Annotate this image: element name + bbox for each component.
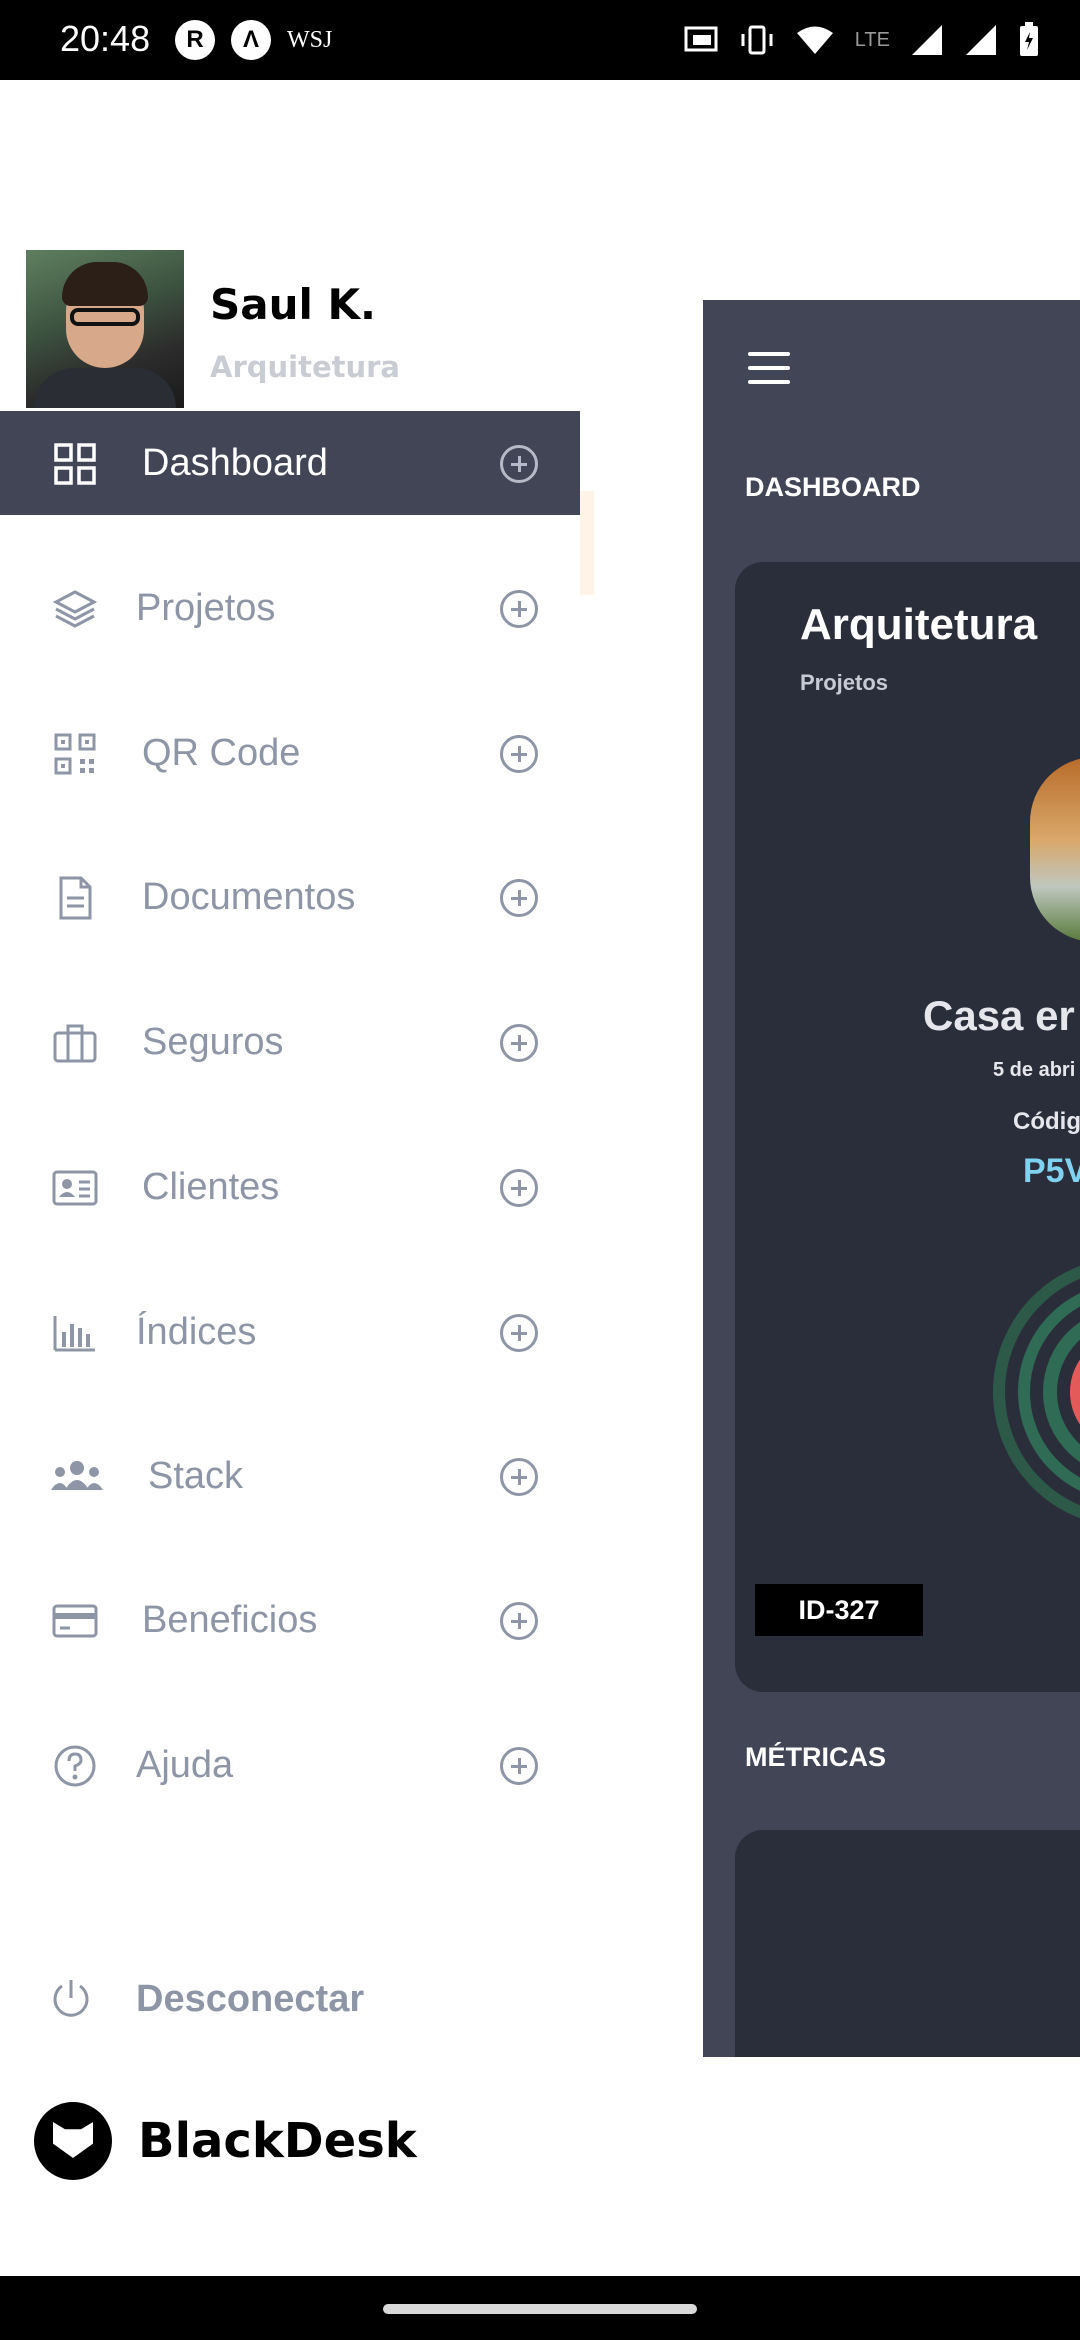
menu-item-label: Ajuda	[136, 1744, 234, 1786]
menu-item-label: Clientes	[142, 1166, 280, 1208]
menu-item-label: QR Code	[142, 732, 301, 774]
power-icon	[53, 1980, 89, 2017]
menu-item-qr-code[interactable]: QR Code	[0, 701, 580, 805]
code-label: Códig	[1013, 1108, 1080, 1135]
menu-item-label: Beneficios	[142, 1599, 318, 1641]
menu-item-ajuda[interactable]: Ajuda	[0, 1713, 580, 1817]
active-item-edge	[580, 491, 594, 595]
document-icon	[59, 876, 92, 920]
bar-chart-icon	[53, 1316, 95, 1352]
logout-label: Desconectar	[136, 1978, 365, 2020]
wifi-icon	[796, 26, 833, 54]
plus-circle-icon[interactable]	[500, 1747, 538, 1785]
credit-card-icon	[52, 1604, 98, 1638]
project-card[interactable]: Arquitetura Projetos Casa er 5 de abri C…	[735, 562, 1080, 1692]
signal-icon	[966, 25, 996, 55]
home-handle[interactable]	[383, 2304, 697, 2314]
profile-name: Saul K.	[210, 280, 377, 329]
project-date: 5 de abri	[993, 1059, 1076, 1081]
signal-icon	[912, 25, 942, 55]
metrics-card	[735, 1830, 1080, 2057]
r-app-icon: R	[175, 20, 215, 60]
menu-item-stack[interactable]: Stack	[0, 1424, 580, 1528]
avatar	[26, 250, 184, 408]
vibrate-icon	[741, 25, 773, 55]
menu-item-documentos[interactable]: Documentos	[0, 845, 580, 949]
users-icon	[51, 1461, 103, 1490]
plus-circle-icon[interactable]	[500, 1169, 538, 1207]
plus-circle-icon[interactable]	[500, 1024, 538, 1062]
blackdesk-logo-icon	[34, 2102, 112, 2180]
menu-item-projetos[interactable]: Projetos	[0, 556, 580, 660]
plus-circle-icon[interactable]	[500, 1602, 538, 1640]
card-title: Arquitetura	[800, 600, 1038, 649]
brand-name: BlackDesk	[138, 2113, 417, 2169]
plus-circle-icon[interactable]	[500, 1314, 538, 1352]
plus-circle-icon[interactable]	[500, 879, 538, 917]
profile-role: Arquitetura	[210, 350, 401, 384]
qr-code-icon	[54, 733, 96, 775]
battery-icon	[1020, 22, 1038, 56]
system-icons: LTE	[683, 22, 1040, 58]
briefcase-icon	[53, 1024, 97, 1063]
menu-item-clientes[interactable]: Clientes	[0, 1135, 580, 1239]
wsj-label: WSJ	[287, 26, 333, 53]
notification-icons: R Λ WSJ	[175, 20, 332, 60]
project-code: P5V	[1023, 1152, 1080, 1190]
plus-circle-icon[interactable]	[500, 445, 538, 483]
menu-item-label: Dashboard	[142, 442, 328, 484]
menu-item-beneficios[interactable]: Beneficios	[0, 1568, 580, 1672]
menu-item-dashboard[interactable]: Dashboard	[0, 411, 580, 515]
caret-app-icon: Λ	[231, 20, 271, 60]
plus-circle-icon[interactable]	[500, 590, 538, 628]
id-card-icon	[52, 1170, 98, 1206]
help-icon	[54, 1745, 96, 1787]
menu-item-label: Stack	[148, 1455, 244, 1497]
dashboard-panel: DASHBOARD Arquitetura Projetos Casa er 5…	[703, 300, 1080, 2057]
card-subtitle: Projetos	[800, 670, 889, 695]
layers-icon	[52, 590, 98, 628]
grid-icon	[54, 443, 96, 485]
metrics-heading: MÉTRICAS	[745, 1742, 886, 1772]
menu-item-label: Índices	[136, 1311, 257, 1353]
menu-item-label: Documentos	[142, 876, 356, 918]
project-name: Casa er	[923, 992, 1075, 1039]
status-time: 20:48	[60, 18, 151, 59]
cast-icon	[684, 26, 718, 52]
project-photo	[1030, 757, 1080, 942]
status-bar: 20:48 R Λ WSJ LTE	[0, 0, 1080, 80]
plus-circle-icon[interactable]	[500, 735, 538, 773]
menu-item-label: Seguros	[142, 1021, 284, 1063]
menu-item-label: Projetos	[136, 587, 276, 629]
network-label: LTE	[854, 28, 890, 51]
brand: BlackDesk	[34, 2102, 417, 2180]
dashboard-heading: DASHBOARD	[745, 472, 921, 502]
menu-item-seguros[interactable]: Seguros	[0, 990, 580, 1094]
plus-circle-icon[interactable]	[500, 1458, 538, 1496]
system-nav-bar	[0, 2276, 1080, 2340]
id-badge: ID-327	[755, 1584, 923, 1636]
logout-button[interactable]: Desconectar	[0, 1960, 580, 2040]
menu-item-indices[interactable]: Índices	[0, 1280, 580, 1384]
menu-icon[interactable]	[748, 352, 790, 384]
